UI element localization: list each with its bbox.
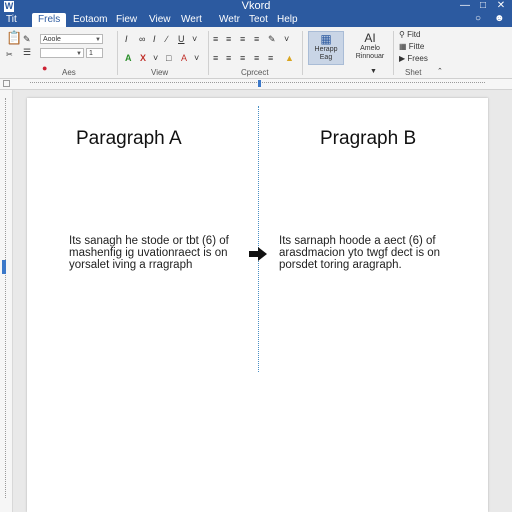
styles-icon: ▦ [320,32,332,46]
font-color-a-icon[interactable]: A [181,53,187,63]
column-b-title: Pragraph B [320,128,417,149]
close-icon[interactable]: ✕ [494,0,508,12]
ribbon: 📋 ✂ ✎ ☰ Aoole ▼ ▼ 1 ● Aes I ∞ I ∕ U ˅ A … [0,27,512,79]
select-icon: ▶ [399,54,406,63]
align-center-icon[interactable]: ≡ [226,34,231,44]
find-item[interactable]: ⚲ Fitd [399,30,420,40]
horizontal-ruler [0,79,512,90]
indent-icon[interactable]: ≡ [226,53,231,63]
ribbon-separator [302,31,303,75]
column-a-title: Paragraph A [76,128,182,149]
text-effects-icon[interactable]: A [125,53,132,63]
format-painter-icon[interactable]: ✎ [23,34,31,44]
ribbon-separator [393,31,394,75]
group-label-view: View [151,68,169,77]
group-label-editing: Shet [405,68,422,77]
find-icon: ⚲ [399,30,405,39]
share-icon[interactable]: ○ [473,14,483,24]
numbering-icon[interactable]: ≡ [254,53,259,63]
font-name-value: Aoole [43,36,61,43]
group-label-paragraph: Cprcect [241,68,269,77]
menu-item-insert[interactable]: Wert [181,13,202,27]
italic-icon[interactable]: I [125,34,128,44]
column-a-line: yorsalet iving a rragraph [69,259,193,271]
styles-gallery-label: Herapp Eag [314,46,338,61]
list-icon[interactable]: ≡ [268,53,273,63]
replace-item[interactable]: ▦ Fitte [399,42,424,52]
select-item[interactable]: ▶ Frees [399,54,428,64]
copy-icon[interactable]: ☰ [23,47,31,57]
ai-button-label: Amelo Rinnouar [355,45,385,60]
column-a-line: mashenfig ig uvationraect is on [69,247,228,259]
superscript-icon[interactable]: ∞ [139,34,145,44]
align-left-icon[interactable]: ≡ [213,34,218,44]
menu-item-review[interactable]: Wetr [219,13,240,27]
vertical-ruler-ticks [5,98,8,498]
chevron-down-icon[interactable]: ˅ [192,34,197,44]
ai-button[interactable]: AI Amelo Rinnouar [350,31,390,65]
align-right-icon[interactable]: ≡ [240,34,245,44]
column-b-line: arasdmacion yto twgf dect is on [279,247,441,259]
italic-alt-icon[interactable]: I [153,34,156,44]
menu-item-design[interactable]: Eotaom [73,13,107,27]
cut-icon[interactable]: ✂ [6,50,13,60]
menu-item-help[interactable]: Help [277,13,298,27]
menu-bar: Tit Frels Eotaom Fiew View Wert Wetr Teo… [0,13,512,27]
account-icon[interactable]: ☻ [494,14,505,24]
chevron-down-icon[interactable]: ˅ [194,53,199,63]
column-b-line: porsdet toring aragraph. [279,259,402,271]
shading-icon[interactable]: ▲ [285,53,294,63]
font-size-value: 1 [89,50,93,57]
find-label: Fitd [407,30,421,39]
ai-label: AI [364,31,376,45]
column-a-line: Its sanagh he stode or tbt (6) of [69,235,229,247]
chevron-down-icon[interactable]: ˅ [284,34,289,44]
edit-icon[interactable]: ✎ [268,34,276,44]
menu-item-view[interactable]: View [149,13,171,27]
justify-icon[interactable]: ≡ [254,34,259,44]
strikethrough-icon[interactable]: ∕ [166,34,168,44]
chevron-down-icon: ▼ [76,51,82,57]
font-color-icon[interactable]: ● [42,63,47,73]
chevron-down-icon[interactable]: ˅ [153,53,158,63]
tab-selector[interactable] [3,80,10,87]
highlight-icon[interactable]: □ [166,53,171,63]
select-label: Frees [407,54,428,63]
menu-item-home[interactable]: Frels [32,13,67,27]
font-name-select[interactable]: Aoole ▼ [40,34,103,44]
chevron-down-icon: ▼ [95,37,101,43]
font-size-select[interactable]: 1 [86,48,103,58]
paste-icon[interactable]: 📋 [6,31,22,44]
window-title: Vkord [241,0,271,12]
column-marker[interactable] [258,80,261,87]
group-label-font: Aes [62,68,76,77]
line-spacing-icon[interactable]: ≡ [213,53,218,63]
column-b-line: Its sarnaph hoode a aect (6) of [279,235,436,247]
font-style-select[interactable]: ▼ [40,48,84,58]
menu-item-file[interactable]: Tit [6,13,17,27]
document-page[interactable]: Paragraph A Pragraph B Its sanagh he sto… [27,98,488,512]
column-divider [258,106,259,372]
ribbon-separator [208,31,209,75]
ribbon-separator [117,31,118,75]
maximize-icon[interactable]: □ [476,0,490,12]
replace-label: Fitte [408,42,425,51]
title-bar: W Vkord — □ ✕ Tit Frels Eotaom Fiew View… [0,0,512,27]
collapse-ribbon-icon[interactable]: ⌃ [437,67,443,77]
minimize-icon[interactable]: — [458,0,472,12]
replace-icon: ▦ [399,42,407,51]
vertical-ruler [0,90,13,512]
vertical-ruler-marker[interactable] [2,260,6,274]
menu-item-text[interactable]: Teot [249,13,268,27]
arrow-right-icon [249,247,267,261]
chevron-down-icon[interactable]: ▼ [370,67,377,77]
styles-gallery-button[interactable]: ▦ Herapp Eag [308,31,344,65]
bullets-icon[interactable]: ≡ [240,53,245,63]
underline-icon[interactable]: U [178,34,185,44]
menu-item-layout[interactable]: Fiew [116,13,137,27]
column-b-paragraph: Its sarnaph hoode a aect (6) of arasdmac… [279,235,459,271]
clear-formatting-icon[interactable]: X [140,53,146,63]
column-a-paragraph: Its sanagh he stode or tbt (6) of mashen… [69,235,249,271]
